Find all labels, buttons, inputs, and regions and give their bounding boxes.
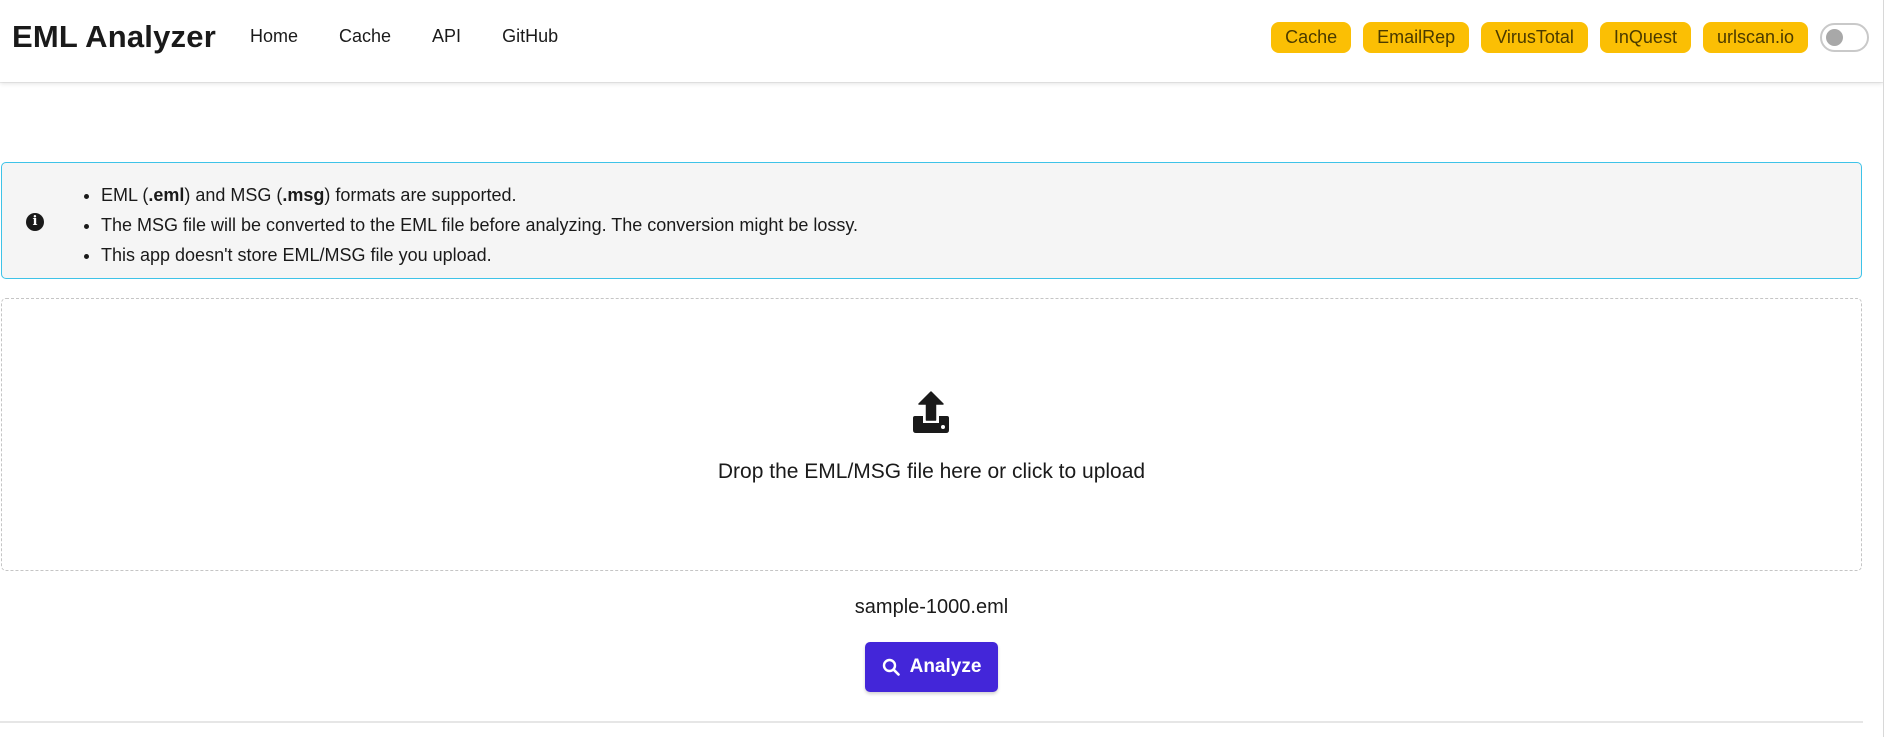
notice-list: EML (.eml) and MSG (.msg) formats are su… xyxy=(76,180,858,270)
nav-link-cache[interactable]: Cache xyxy=(339,26,391,47)
notice-item-conversion: The MSG file will be converted to the EM… xyxy=(101,210,858,240)
info-notification: i EML (.eml) and MSG (.msg) formats are … xyxy=(1,162,1862,279)
file-dropzone[interactable] xyxy=(1,298,1862,571)
top-navbar: EML Analyzer Home Cache API GitHub Cache… xyxy=(0,0,1883,82)
selected-file-name: sample-1000.eml xyxy=(854,596,1009,618)
tag-inquest[interactable]: InQuest xyxy=(1599,22,1691,53)
tag-urlscan[interactable]: urlscan.io xyxy=(1702,22,1808,53)
notice-item-privacy: This app doesn't store EML/MSG file you … xyxy=(101,240,858,270)
search-icon xyxy=(882,658,900,676)
nav-links: Home Cache API GitHub xyxy=(250,26,599,47)
tag-virustotal[interactable]: VirusTotal xyxy=(1481,22,1588,53)
tag-emailrep[interactable]: EmailRep xyxy=(1363,22,1470,53)
scrollbar[interactable] xyxy=(1883,0,1887,737)
divider xyxy=(0,721,1863,723)
dropzone-text: Drop the EML/MSG file here or click to u… xyxy=(717,460,1146,483)
nav-link-api[interactable]: API xyxy=(432,26,461,47)
nav-link-home[interactable]: Home xyxy=(250,26,298,47)
toggle-knob xyxy=(1826,29,1843,46)
tag-cache[interactable]: Cache xyxy=(1271,22,1352,53)
analyze-button[interactable]: Analyze xyxy=(865,642,998,692)
notice-item-formats: EML (.eml) and MSG (.msg) formats are su… xyxy=(101,180,858,210)
info-circle-icon: i xyxy=(26,213,44,231)
theme-toggle[interactable] xyxy=(1820,23,1869,52)
service-status-tags: Cache EmailRep VirusTotal InQuest urlsca… xyxy=(1271,22,1869,53)
brand-title[interactable]: EML Analyzer xyxy=(12,19,216,55)
analyze-button-label: Analyze xyxy=(909,656,982,677)
upload-icon xyxy=(913,391,949,433)
nav-link-github[interactable]: GitHub xyxy=(502,26,558,47)
